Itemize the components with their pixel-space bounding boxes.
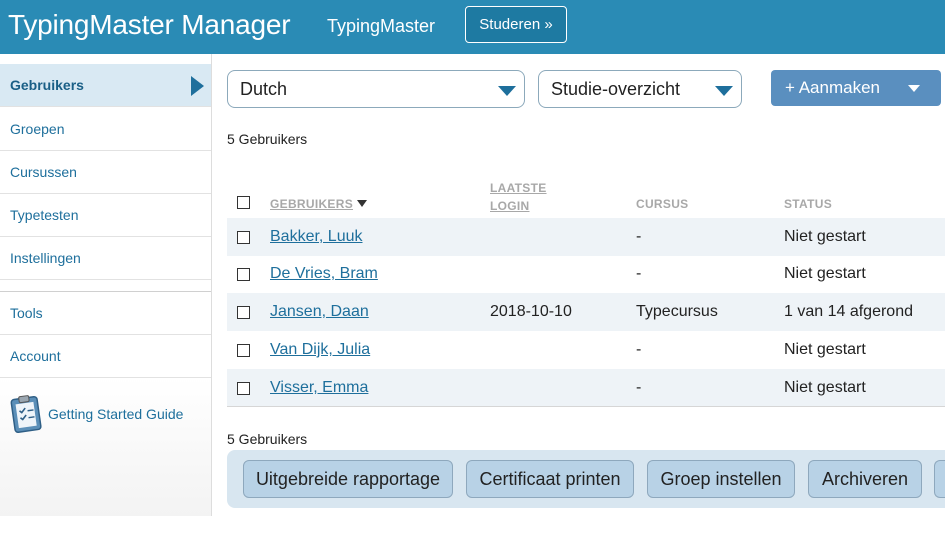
sidebar-item-label: Typetesten <box>10 207 79 223</box>
nav-link-typingmaster[interactable]: TypingMaster <box>327 16 435 37</box>
course-cell: - <box>636 228 642 245</box>
sidebar-item-label: Gebruikers <box>10 77 84 93</box>
detailed-report-button[interactable]: Uitgebreide rapportage <box>243 460 453 498</box>
app-title: TypingMaster Manager <box>8 9 291 40</box>
sidebar-item-account[interactable]: Account <box>0 335 211 378</box>
column-header-last-login[interactable]: LAATSTE LOGIN <box>490 179 547 215</box>
action-bar: Uitgebreide rapportage Certificaat print… <box>227 450 945 508</box>
sidebar-item-users[interactable]: Gebruikers <box>0 64 211 107</box>
language-select-value: Dutch <box>240 78 288 99</box>
sidebar-item-groups[interactable]: Groepen <box>0 108 211 151</box>
status-cell: 1 van 14 afgerond <box>784 303 913 320</box>
sidebar: Gebruikers Groepen Cursussen Typetesten … <box>0 54 212 516</box>
sort-descending-icon <box>357 200 368 207</box>
user-name-link[interactable]: De Vries, Bram <box>270 265 378 283</box>
study-button[interactable]: Studeren » <box>465 6 567 43</box>
chevron-down-icon <box>498 86 516 96</box>
user-name-link[interactable]: Jansen, Daan <box>270 303 369 321</box>
course-cell: Typecursus <box>636 303 718 320</box>
sidebar-item-tools[interactable]: Tools <box>0 292 211 335</box>
view-select-value: Studie-overzicht <box>551 78 681 99</box>
column-header-course: CURSUS <box>636 197 689 211</box>
print-certificate-button[interactable]: Certificaat printen <box>466 460 634 498</box>
column-header-users[interactable]: GEBRUIKERS <box>270 197 368 211</box>
row-checkbox[interactable] <box>237 231 250 244</box>
row-checkbox[interactable] <box>237 344 250 357</box>
create-button-label: + Aanmaken <box>785 78 880 97</box>
active-arrow-icon <box>191 76 204 96</box>
status-cell: Niet gestart <box>784 228 866 245</box>
user-name-link[interactable]: Visser, Emma <box>270 379 368 397</box>
status-cell: Niet gestart <box>784 379 866 396</box>
archive-button[interactable]: Archiveren <box>808 460 922 498</box>
table-row: Visser, Emma - Niet gestart <box>227 369 945 407</box>
sidebar-item-typing-tests[interactable]: Typetesten <box>0 194 211 237</box>
user-name-link[interactable]: Bakker, Luuk <box>270 228 363 246</box>
sidebar-item-label: Tools <box>10 305 43 321</box>
view-select[interactable]: Studie-overzicht <box>538 70 742 108</box>
chevron-down-icon[interactable] <box>908 85 920 92</box>
user-name-link[interactable]: Van Dijk, Julia <box>270 341 370 359</box>
chevron-down-icon <box>715 86 733 96</box>
clipboard-checklist-icon <box>10 395 42 434</box>
language-select[interactable]: Dutch <box>227 70 525 108</box>
column-header-last-login-line2: LOGIN <box>490 199 530 213</box>
table-bottom-border <box>227 406 945 407</box>
status-cell: Niet gestart <box>784 341 866 358</box>
course-cell: - <box>636 265 642 282</box>
table-row: Bakker, Luuk - Niet gestart <box>227 218 945 256</box>
row-checkbox[interactable] <box>237 306 250 319</box>
top-bar: TypingMaster Manager TypingMaster Studer… <box>0 0 945 54</box>
column-header-users-label: GEBRUIKERS <box>270 197 354 211</box>
status-cell: Niet gestart <box>784 265 866 282</box>
row-checkbox[interactable] <box>237 382 250 395</box>
select-all-checkbox[interactable] <box>237 196 250 209</box>
column-header-status: STATUS <box>784 197 833 211</box>
more-actions-button[interactable] <box>934 460 945 498</box>
user-count-top: 5 Gebruikers <box>227 131 308 147</box>
create-button[interactable]: + Aanmaken <box>771 70 941 106</box>
set-group-button[interactable]: Groep instellen <box>647 460 795 498</box>
sidebar-item-label: Account <box>10 348 61 364</box>
course-cell: - <box>636 379 642 396</box>
column-header-last-login-line1: LAATSTE <box>490 181 547 195</box>
sidebar-item-label: Instellingen <box>10 250 81 266</box>
getting-started-guide-link[interactable]: Getting Started Guide <box>10 394 183 434</box>
last-login-cell: 2018-10-10 <box>490 303 572 320</box>
user-count-bottom: 5 Gebruikers <box>227 431 308 447</box>
table-row: Jansen, Daan 2018-10-10 Typecursus 1 van… <box>227 293 945 331</box>
table-row: De Vries, Bram - Niet gestart <box>227 255 945 293</box>
sidebar-item-settings[interactable]: Instellingen <box>0 237 211 280</box>
guide-label: Getting Started Guide <box>48 406 184 422</box>
row-checkbox[interactable] <box>237 268 250 281</box>
table-row: Van Dijk, Julia - Niet gestart <box>227 331 945 369</box>
sidebar-item-label: Cursussen <box>10 164 77 180</box>
sidebar-item-courses[interactable]: Cursussen <box>0 151 211 194</box>
course-cell: - <box>636 341 642 358</box>
sidebar-item-label: Groepen <box>10 121 65 137</box>
